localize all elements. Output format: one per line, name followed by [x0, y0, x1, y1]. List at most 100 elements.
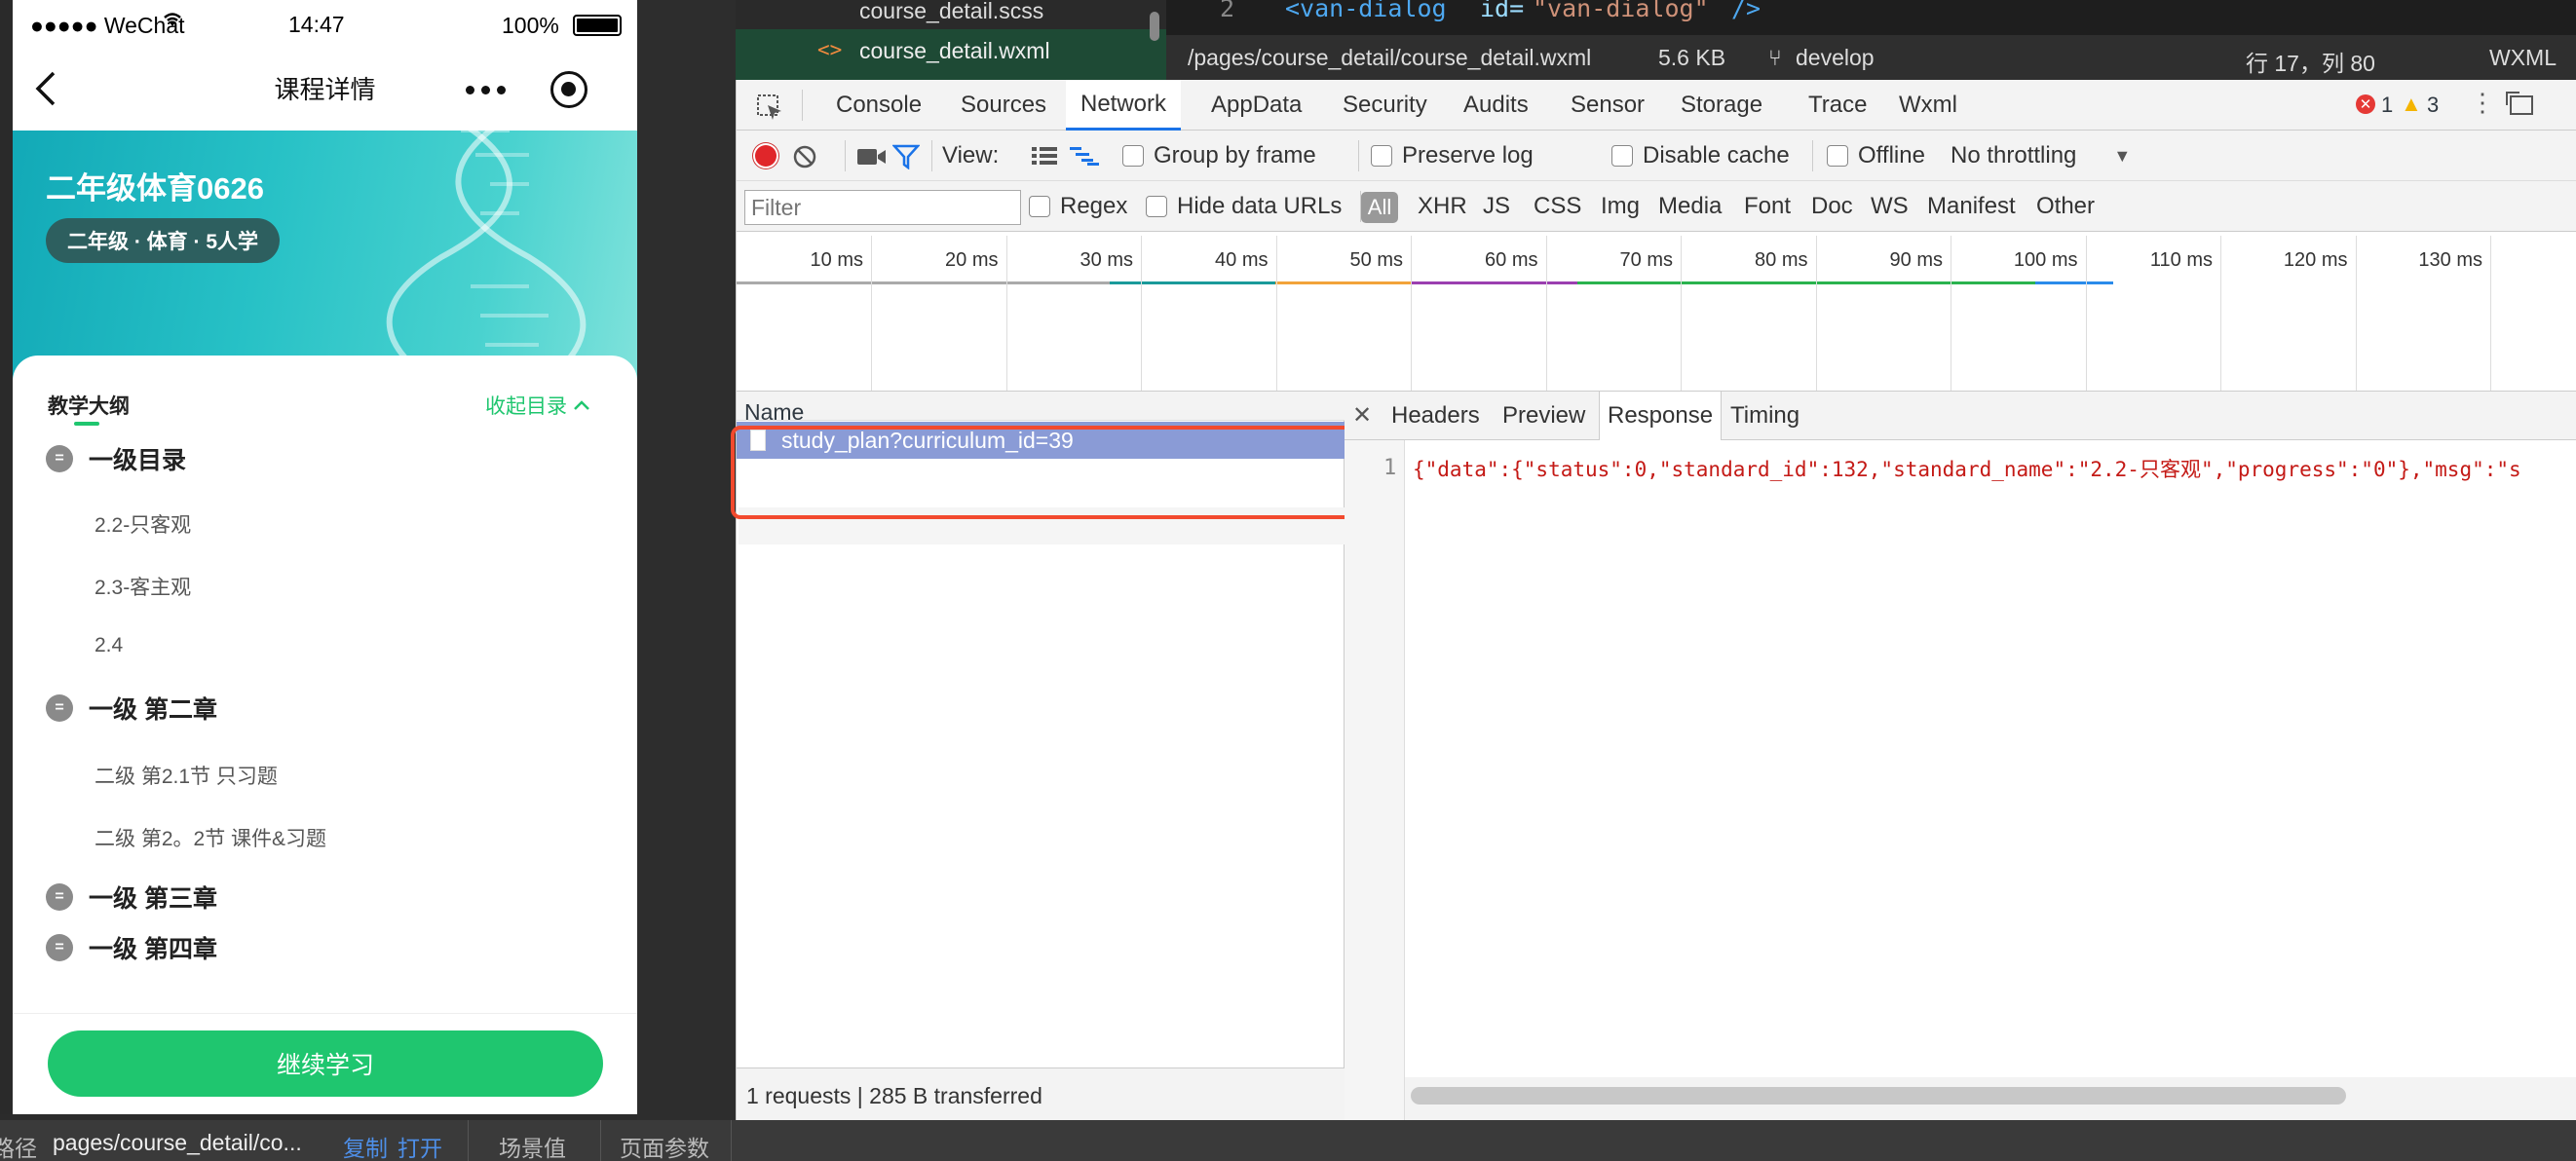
large-rows-icon[interactable] [1032, 146, 1057, 170]
close-details-icon[interactable]: ✕ [1352, 401, 1372, 430]
hide-data-urls-checkbox[interactable] [1146, 196, 1167, 217]
waterfall-icon[interactable] [1070, 146, 1099, 170]
error-icon[interactable]: ✕ [2356, 94, 2375, 114]
preserve-log-checkbox[interactable] [1371, 145, 1392, 167]
divider [931, 140, 932, 171]
tab-wxml[interactable]: Wxml [1899, 80, 1957, 131]
code-line[interactable]: 2 <van-dialog id= "van-dialog" /> [1166, 0, 2576, 29]
record-icon[interactable] [755, 145, 777, 167]
section-4[interactable]: = 一级 第四章 [46, 930, 217, 965]
timeline-tick-label: 30 ms [1080, 249, 1133, 271]
network-overview-timeline[interactable]: 10 ms 20 ms 30 ms 40 ms 50 ms 60 ms 70 ms 80 ms… [737, 236, 2576, 392]
file-row[interactable]: course_detail.scss [736, 0, 1166, 29]
section-title: 一级目录 [89, 447, 187, 474]
git-branch[interactable]: develop [1796, 45, 1875, 71]
timeline-gridline [2085, 236, 2087, 391]
scrollbar[interactable] [1150, 12, 1159, 41]
tab-network[interactable]: Network [1066, 80, 1181, 131]
type-filter-ws[interactable]: WS [1871, 181, 1909, 232]
bottom-action-bar: 继续学习 [13, 1013, 637, 1114]
horizontal-scrollbar[interactable] [1411, 1087, 2346, 1105]
details-tab-preview[interactable]: Preview [1502, 392, 1585, 440]
file-row-active[interactable]: <> course_detail.wxml [736, 29, 1166, 80]
tab-security[interactable]: Security [1343, 80, 1427, 131]
section-1[interactable]: = 一级目录 [46, 441, 186, 476]
type-filter-css[interactable]: CSS [1534, 181, 1581, 232]
response-body[interactable]: {"data":{"status":0,"standard_id":132,"s… [1413, 454, 2576, 487]
timeline-bar-waiting [1577, 281, 2035, 284]
section-3[interactable]: = 一级 第三章 [46, 880, 217, 915]
scene-value-tab[interactable]: 场景值 [499, 1130, 566, 1161]
open-link[interactable]: 打开 [398, 1130, 442, 1161]
error-count: 1 [2381, 93, 2394, 117]
lesson-item[interactable]: 2.4 [95, 634, 123, 657]
filter-icon[interactable] [891, 144, 921, 174]
regex-option[interactable]: Regex [1029, 181, 1127, 232]
more-icon[interactable] [466, 86, 506, 94]
group-by-frame-checkbox[interactable] [1122, 145, 1144, 167]
page-params-tab[interactable]: 页面参数 [620, 1130, 709, 1161]
kebab-menu-icon[interactable]: ⋮ [2470, 88, 2495, 118]
preserve-log-option[interactable]: Preserve log [1371, 131, 1534, 181]
cursor-position[interactable]: 行 17，列 80 [2246, 45, 2375, 78]
details-tab-headers[interactable]: Headers [1391, 392, 1480, 440]
section-2[interactable]: = 一级 第二章 [46, 691, 217, 726]
type-filter-js[interactable]: JS [1483, 181, 1510, 232]
type-filter-img[interactable]: Img [1601, 181, 1640, 232]
divider [468, 1120, 469, 1161]
throttling-select[interactable]: No throttling ▼ [1951, 131, 2131, 181]
tab-storage[interactable]: Storage [1681, 80, 1762, 131]
timeline-gridline [1411, 236, 1412, 391]
type-filter-media[interactable]: Media [1658, 181, 1722, 232]
details-tab-response[interactable]: Response [1599, 392, 1723, 440]
warning-icon[interactable]: ▲ [2401, 92, 2422, 117]
group-by-frame-label: Group by frame [1154, 142, 1316, 169]
group-by-frame-option[interactable]: Group by frame [1122, 131, 1316, 181]
type-filter-font[interactable]: Font [1744, 181, 1791, 232]
copy-link[interactable]: 复制 [343, 1130, 388, 1161]
timeline-bar-stalled [737, 281, 1110, 284]
disable-cache-checkbox[interactable] [1611, 145, 1633, 167]
continue-learning-button[interactable]: 继续学习 [48, 1030, 603, 1097]
panel-divider [637, 0, 736, 1120]
throttling-value: No throttling [1951, 142, 2077, 169]
timeline-gridline [2355, 236, 2357, 391]
filter-input[interactable] [744, 190, 1021, 225]
course-title: 二年级体育0626 [46, 171, 264, 206]
type-filter-all[interactable]: All [1361, 192, 1398, 223]
lesson-item[interactable]: 2.2-只客观 [95, 509, 191, 539]
tab-audits[interactable]: Audits [1463, 80, 1529, 131]
clear-icon[interactable] [792, 144, 817, 174]
tab-console[interactable]: Console [836, 80, 922, 131]
disable-cache-option[interactable]: Disable cache [1611, 131, 1790, 181]
lesson-item[interactable]: 二级 第2.1节 只习题 [95, 761, 278, 790]
lesson-item[interactable]: 二级 第2。2节 课件&习题 [95, 823, 326, 852]
tab-sensor[interactable]: Sensor [1571, 80, 1645, 131]
tab-sources[interactable]: Sources [961, 80, 1046, 131]
close-miniprogram-icon[interactable] [550, 71, 587, 108]
lesson-item[interactable]: 2.3-客主观 [95, 572, 191, 601]
offline-option[interactable]: Offline [1827, 131, 1925, 181]
timeline-tick-label: 40 ms [1215, 249, 1269, 271]
type-filter-doc[interactable]: Doc [1811, 181, 1853, 232]
inspect-element-icon[interactable] [756, 94, 783, 126]
type-filter-xhr[interactable]: XHR [1418, 181, 1467, 232]
tab-appdata[interactable]: AppData [1211, 80, 1302, 131]
offline-checkbox[interactable] [1827, 145, 1848, 167]
section-icon: = [46, 694, 73, 722]
section-icon: = [46, 445, 73, 472]
type-filter-manifest[interactable]: Manifest [1927, 181, 2016, 232]
timeline-gridline [1815, 236, 1817, 391]
hide-data-urls-option[interactable]: Hide data URLs [1146, 181, 1342, 232]
devtools-panel: Console Sources Network AppData Security… [731, 80, 2576, 1120]
collapse-toggle[interactable]: 收起目录 [485, 391, 590, 420]
language-mode[interactable]: WXML [2489, 45, 2557, 71]
type-filter-other[interactable]: Other [2036, 181, 2095, 232]
capture-screenshots-icon[interactable] [857, 147, 887, 171]
regex-checkbox[interactable] [1029, 196, 1050, 217]
timeline-gridline [1545, 236, 1547, 391]
tab-trace[interactable]: Trace [1808, 80, 1867, 131]
highlight-annotation [731, 426, 1364, 519]
dock-side-icon[interactable] [2506, 92, 2533, 115]
details-tab-timing[interactable]: Timing [1730, 392, 1799, 440]
